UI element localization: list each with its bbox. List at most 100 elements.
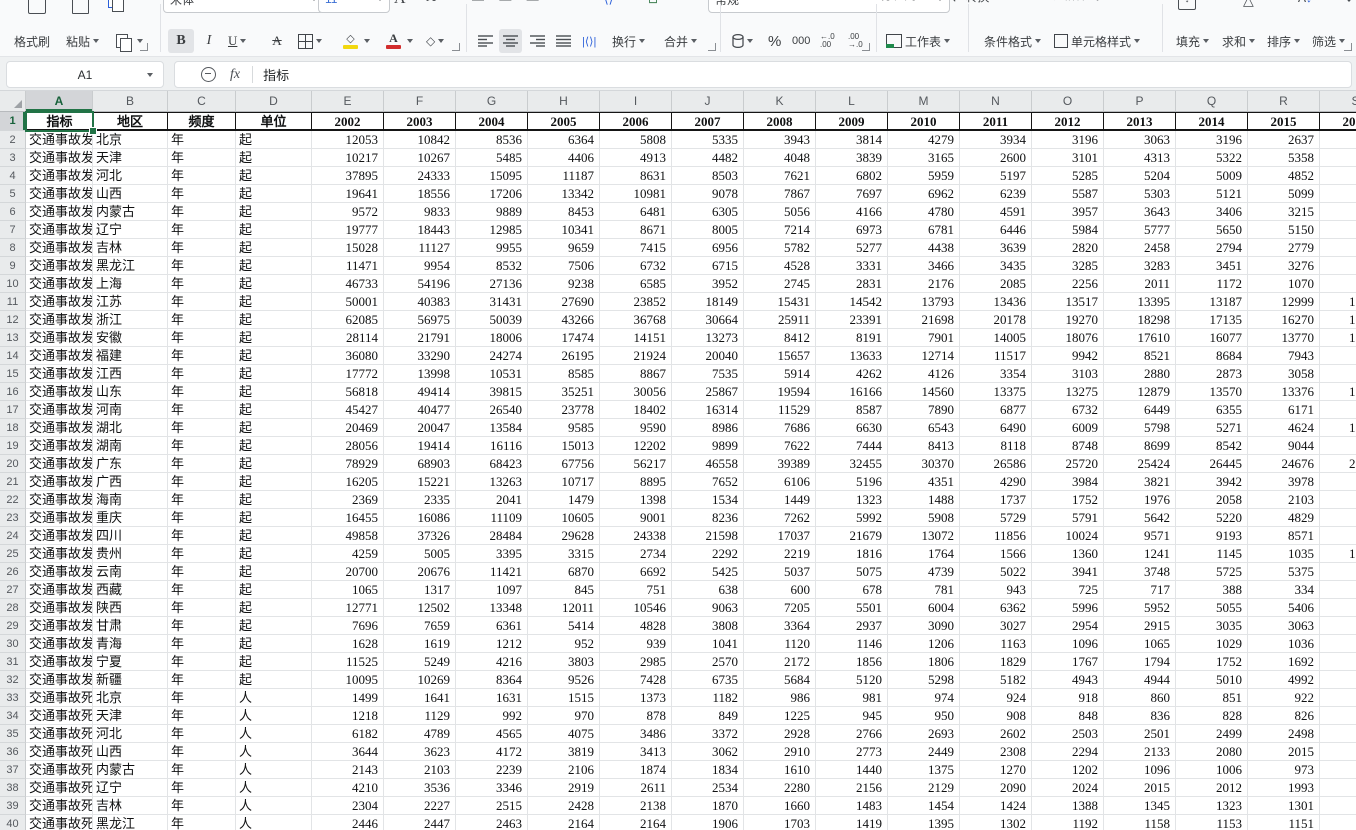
cell-N34[interactable]: 908: [960, 707, 1032, 725]
cell-M12[interactable]: 21698: [888, 311, 960, 329]
cell-D27[interactable]: 起: [236, 581, 312, 599]
column-header-G[interactable]: G: [456, 91, 528, 112]
cell-K23[interactable]: 7262: [744, 509, 816, 527]
cell-D33[interactable]: 人: [236, 689, 312, 707]
row-header-26[interactable]: 26: [0, 563, 26, 581]
cell-P33[interactable]: 860: [1104, 689, 1176, 707]
cell-B40[interactable]: 黑龙江: [93, 815, 168, 830]
cell-N20[interactable]: 26586: [960, 455, 1032, 473]
cell-H29[interactable]: 5414: [528, 617, 600, 635]
cell-B7[interactable]: 辽宁: [93, 221, 168, 239]
cell-A20[interactable]: 交通事故发: [26, 455, 93, 473]
sum-button[interactable]: 求和: [1218, 29, 1259, 53]
cell-Q29[interactable]: 3035: [1176, 617, 1248, 635]
name-box[interactable]: A1: [6, 61, 164, 88]
cell-P3[interactable]: 4313: [1104, 149, 1176, 167]
cell-D34[interactable]: 人: [236, 707, 312, 725]
cell-N19[interactable]: 8118: [960, 437, 1032, 455]
cell-A15[interactable]: 交通事故发: [26, 365, 93, 383]
cell-I32[interactable]: 7428: [600, 671, 672, 689]
convert-button[interactable]: ⇄ 转换: [952, 0, 989, 5]
cell-C6[interactable]: 年: [168, 203, 236, 221]
cell-F26[interactable]: 20676: [384, 563, 456, 581]
cell-G3[interactable]: 5485: [456, 149, 528, 167]
cell-S7[interactable]: [1320, 221, 1356, 239]
font-group-expander[interactable]: [452, 43, 460, 51]
cell-M6[interactable]: 4780: [888, 203, 960, 221]
cell-H36[interactable]: 3819: [528, 743, 600, 761]
cell-E1[interactable]: 2002: [312, 112, 384, 131]
cell-S6[interactable]: [1320, 203, 1356, 221]
cell-F14[interactable]: 33290: [384, 347, 456, 365]
cell-B32[interactable]: 新疆: [93, 671, 168, 689]
cell-O11[interactable]: 13517: [1032, 293, 1104, 311]
cell-S20[interactable]: 2: [1320, 455, 1356, 473]
cell-O6[interactable]: 3957: [1032, 203, 1104, 221]
select-all-corner[interactable]: [0, 91, 26, 112]
cell-R7[interactable]: 5150: [1248, 221, 1320, 239]
cell-D3[interactable]: 起: [236, 149, 312, 167]
cell-J26[interactable]: 5425: [672, 563, 744, 581]
cell-C5[interactable]: 年: [168, 185, 236, 203]
cell-S40[interactable]: [1320, 815, 1356, 830]
cell-K20[interactable]: 39389: [744, 455, 816, 473]
cell-I27[interactable]: 751: [600, 581, 672, 599]
cell-R21[interactable]: 3978: [1248, 473, 1320, 491]
cell-B28[interactable]: 陕西: [93, 599, 168, 617]
cell-R33[interactable]: 922: [1248, 689, 1320, 707]
cell-C18[interactable]: 年: [168, 419, 236, 437]
cell-O35[interactable]: 2503: [1032, 725, 1104, 743]
cell-C23[interactable]: 年: [168, 509, 236, 527]
cell-B31[interactable]: 宁夏: [93, 653, 168, 671]
cell-P36[interactable]: 2133: [1104, 743, 1176, 761]
cell-G11[interactable]: 31431: [456, 293, 528, 311]
column-header-B[interactable]: B: [93, 91, 168, 112]
cell-Q37[interactable]: 1006: [1176, 761, 1248, 779]
cell-S31[interactable]: [1320, 653, 1356, 671]
cell-B23[interactable]: 重庆: [93, 509, 168, 527]
cell-F37[interactable]: 2103: [384, 761, 456, 779]
cell-B18[interactable]: 湖北: [93, 419, 168, 437]
cell-J34[interactable]: 849: [672, 707, 744, 725]
cell-I24[interactable]: 24338: [600, 527, 672, 545]
cell-A24[interactable]: 交通事故发: [26, 527, 93, 545]
cell-D35[interactable]: 人: [236, 725, 312, 743]
row-header-29[interactable]: 29: [0, 617, 26, 635]
cell-S24[interactable]: [1320, 527, 1356, 545]
cell-Q7[interactable]: 5650: [1176, 221, 1248, 239]
cell-R2[interactable]: 2637: [1248, 131, 1320, 149]
cell-L2[interactable]: 3814: [816, 131, 888, 149]
cell-B30[interactable]: 青海: [93, 635, 168, 653]
cell-M39[interactable]: 1454: [888, 797, 960, 815]
row-header-15[interactable]: 15: [0, 365, 26, 383]
strikethrough-button[interactable]: A: [264, 29, 290, 53]
cell-N37[interactable]: 1270: [960, 761, 1032, 779]
cell-F5[interactable]: 18556: [384, 185, 456, 203]
cell-N17[interactable]: 6877: [960, 401, 1032, 419]
cell-E37[interactable]: 2143: [312, 761, 384, 779]
cell-S38[interactable]: [1320, 779, 1356, 797]
cell-M24[interactable]: 13072: [888, 527, 960, 545]
cell-E24[interactable]: 49858: [312, 527, 384, 545]
cell-Q23[interactable]: 5220: [1176, 509, 1248, 527]
cell-J22[interactable]: 1534: [672, 491, 744, 509]
row-header-27[interactable]: 27: [0, 581, 26, 599]
cell-B35[interactable]: 河北: [93, 725, 168, 743]
cell-F29[interactable]: 7659: [384, 617, 456, 635]
cell-E36[interactable]: 3644: [312, 743, 384, 761]
cell-D39[interactable]: 人: [236, 797, 312, 815]
cell-C16[interactable]: 年: [168, 383, 236, 401]
cell-J27[interactable]: 638: [672, 581, 744, 599]
cell-F8[interactable]: 11127: [384, 239, 456, 257]
cell-Q9[interactable]: 3451: [1176, 257, 1248, 275]
cell-C21[interactable]: 年: [168, 473, 236, 491]
cell-A36[interactable]: 交通事故死: [26, 743, 93, 761]
cell-K37[interactable]: 1610: [744, 761, 816, 779]
italic-button[interactable]: I: [197, 29, 221, 53]
cell-R35[interactable]: 2498: [1248, 725, 1320, 743]
cell-J2[interactable]: 5335: [672, 131, 744, 149]
cell-J32[interactable]: 6735: [672, 671, 744, 689]
cell-G33[interactable]: 1631: [456, 689, 528, 707]
cell-S3[interactable]: [1320, 149, 1356, 167]
cell-G13[interactable]: 18006: [456, 329, 528, 347]
